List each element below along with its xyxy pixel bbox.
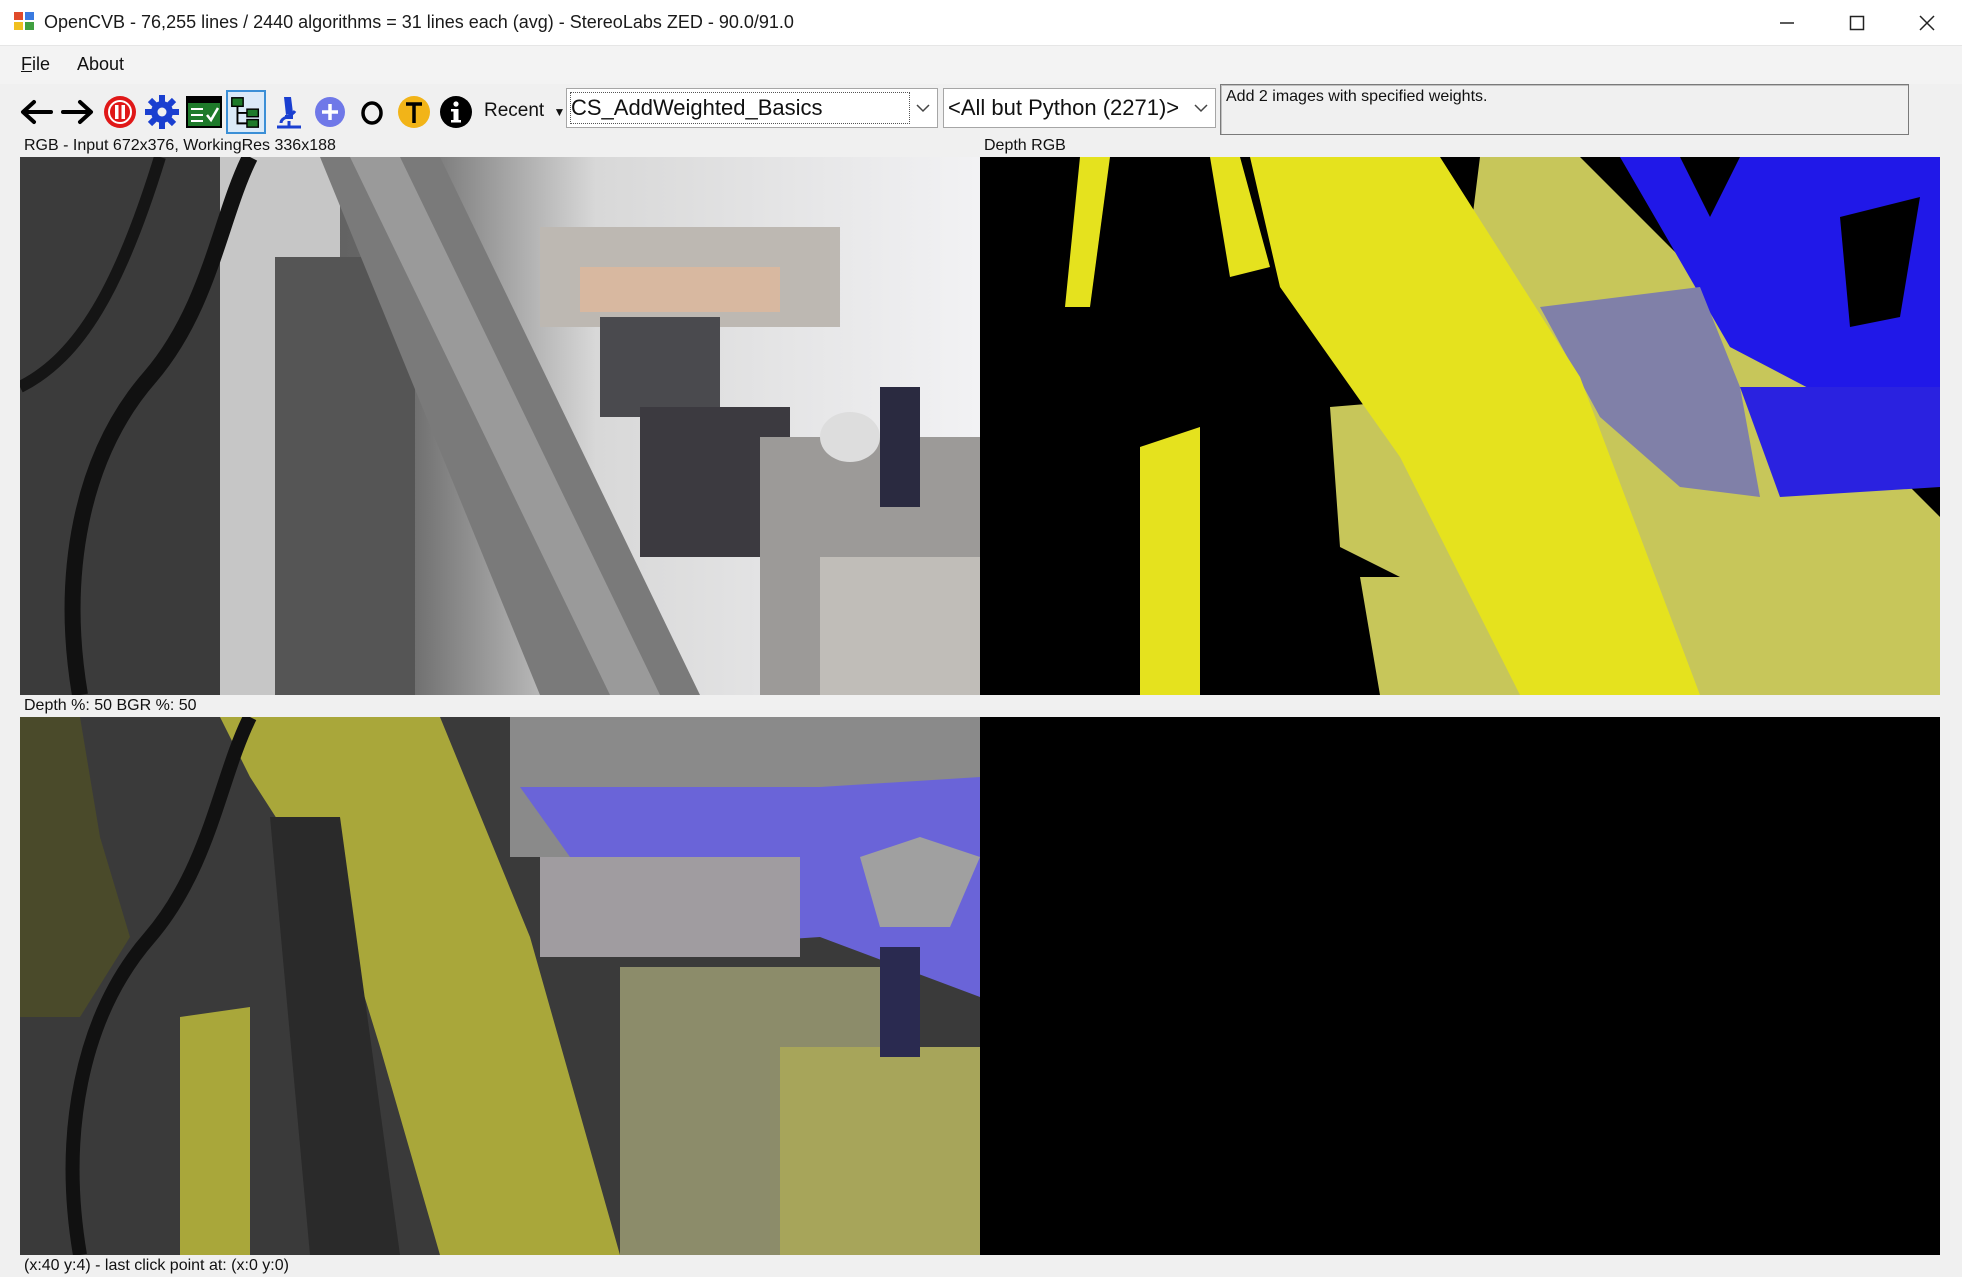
title-bar: OpenCVB - 76,255 lines / 2440 algorithms… [0, 0, 1962, 46]
minimize-button[interactable] [1752, 0, 1822, 46]
group-select-value: <All but Python (2271)> [948, 95, 1180, 120]
algorithm-select[interactable]: CS_AddWeighted_Basics [566, 88, 938, 128]
status-label: (x:40 y:4) - last click point at: (x:0 y… [24, 1257, 289, 1274]
minimize-icon [1780, 22, 1794, 24]
back-button[interactable] [16, 90, 56, 134]
recent-dropdown[interactable]: Recent ▼ [484, 100, 565, 122]
blended-image [20, 717, 980, 1255]
close-button[interactable] [1892, 0, 1962, 46]
pause-icon [104, 96, 136, 128]
info-button[interactable] [436, 90, 476, 134]
menu-bar: File About [0, 46, 1962, 84]
recent-caret-icon: ▼ [553, 105, 566, 119]
translator-button[interactable] [394, 90, 434, 134]
pause-button[interactable] [100, 90, 140, 134]
translator-t-icon [398, 96, 430, 128]
algorithm-select-value: CS_AddWeighted_Basics [571, 95, 823, 120]
forward-arrow-icon [61, 100, 93, 124]
bottom-left-label: Depth %: 50 BGR %: 50 [24, 697, 197, 714]
maximize-button[interactable] [1822, 0, 1892, 46]
forward-button[interactable] [58, 90, 98, 134]
depth-rgb-image [980, 157, 1940, 695]
maximize-icon [1849, 15, 1865, 31]
microscope-icon [277, 97, 301, 129]
output-panel[interactable] [980, 717, 1940, 1255]
add-button[interactable] [310, 90, 350, 134]
circle-o-icon [361, 101, 383, 125]
gear-icon [145, 95, 179, 129]
chevron-down-icon[interactable] [909, 89, 937, 127]
test-all-icon [186, 96, 222, 128]
depth-rgb-panel[interactable] [980, 157, 1940, 695]
group-select[interactable]: <All but Python (2271)> [943, 88, 1216, 128]
close-icon [1919, 15, 1935, 31]
toolbar: Recent ▼ CS_AddWeighted_Basics <All but … [0, 84, 1962, 140]
chevron-down-icon[interactable] [1187, 89, 1215, 127]
test-all-button[interactable] [184, 90, 224, 134]
menu-file[interactable]: File [21, 54, 50, 75]
algorithm-description-text: Add 2 images with specified weights. [1226, 88, 1488, 105]
top-left-label: RGB - Input 672x376, WorkingRes 336x188 [24, 137, 336, 154]
blended-image-panel[interactable] [20, 717, 980, 1255]
rgb-image-panel[interactable] [20, 157, 980, 695]
algorithm-description: Add 2 images with specified weights. [1220, 84, 1909, 135]
tree-view-button[interactable] [226, 90, 266, 134]
window-title: OpenCVB - 76,255 lines / 2440 algorithms… [44, 12, 794, 32]
top-right-label: Depth RGB [984, 137, 1066, 154]
settings-button[interactable] [142, 90, 182, 134]
rgb-image [20, 157, 980, 695]
back-arrow-icon [21, 100, 53, 124]
plus-icon [315, 97, 345, 127]
tree-view-icon [231, 97, 260, 128]
recent-label: Recent [484, 100, 545, 121]
menu-about[interactable]: About [77, 54, 124, 75]
info-icon [440, 96, 472, 128]
microscope-button[interactable] [268, 90, 308, 134]
circle-o-button[interactable] [352, 90, 392, 134]
app-logo-icon [14, 12, 36, 32]
